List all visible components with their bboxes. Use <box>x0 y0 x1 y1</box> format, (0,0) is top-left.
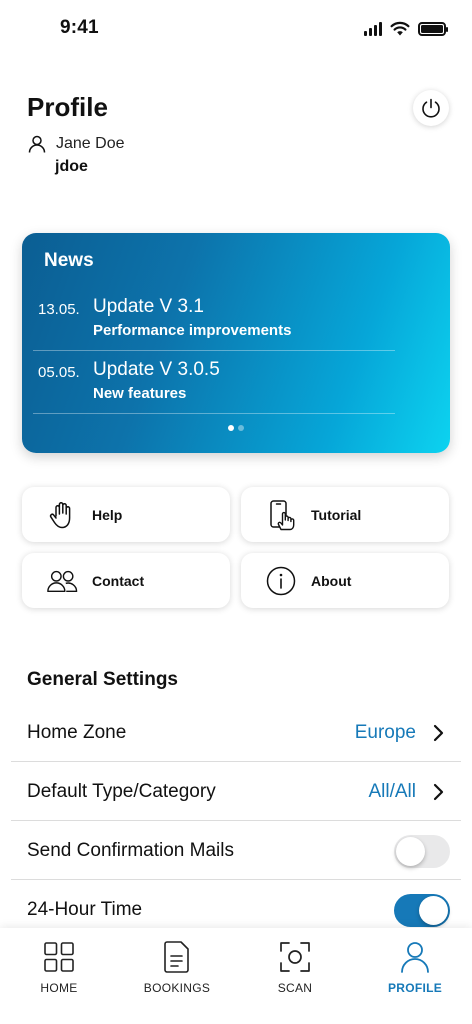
tab-scan-label: SCAN <box>277 981 313 995</box>
tab-home-label: HOME <box>40 981 78 995</box>
hand-icon <box>46 499 78 531</box>
user-handle: jdoe <box>55 158 88 175</box>
people-icon <box>46 565 78 597</box>
tutorial-label: Tutorial <box>311 506 362 523</box>
default-type-value: All/All <box>368 781 416 802</box>
news-item[interactable]: 13.05. Update V 3.1 Performance improvem… <box>33 288 395 351</box>
status-time: 9:41 <box>60 17 99 38</box>
wifi-icon <box>390 21 410 36</box>
contact-button[interactable]: Contact <box>22 553 230 608</box>
tab-bookings-label: BOOKINGS <box>143 981 211 995</box>
home-zone-row[interactable]: Home Zone Europe <box>11 703 461 762</box>
home-zone-label: Home Zone <box>27 722 127 743</box>
cellular-signal-icon <box>364 21 382 36</box>
news-subtitle: Performance improvements <box>93 322 292 339</box>
news-card[interactable]: News 13.05. Update V 3.1 Performance imp… <box>22 233 450 453</box>
status-icons <box>364 21 448 36</box>
about-label: About <box>311 572 352 589</box>
person-icon <box>28 135 46 153</box>
person-icon <box>398 940 432 974</box>
help-button[interactable]: Help <box>22 487 230 542</box>
default-type-row[interactable]: Default Type/Category All/All <box>11 762 461 821</box>
24-hour-time-label: 24-Hour Time <box>27 899 143 920</box>
confirmation-mails-label: Send Confirmation Mails <box>27 840 234 861</box>
news-date: 13.05. <box>38 301 80 318</box>
home-grid-icon <box>42 940 76 974</box>
settings-title: General Settings <box>27 669 178 690</box>
tutorial-button[interactable]: Tutorial <box>241 487 449 542</box>
news-date: 05.05. <box>38 364 80 381</box>
phone-touch-icon <box>265 499 297 531</box>
chevron-right-icon <box>433 783 444 801</box>
user-full-name: Jane Doe <box>56 135 125 152</box>
news-item[interactable]: 05.05. Update V 3.0.5 New features <box>33 351 395 414</box>
tab-home[interactable]: HOME <box>0 940 118 1010</box>
default-type-label: Default Type/Category <box>27 781 216 802</box>
page-title: Profile <box>27 92 108 122</box>
info-icon <box>265 565 297 597</box>
confirmation-mails-toggle[interactable] <box>394 835 450 868</box>
tab-scan[interactable]: SCAN <box>236 940 354 1010</box>
contact-label: Contact <box>92 572 145 589</box>
chevron-right-icon <box>433 724 444 742</box>
status-bar: 9:41 <box>0 0 472 56</box>
user-row: Jane Doe <box>28 135 125 153</box>
tab-bar: HOME BOOKINGS SCAN PROFILE <box>0 928 472 1024</box>
24-hour-time-toggle[interactable] <box>394 894 450 927</box>
page-dot[interactable] <box>238 425 244 431</box>
tab-bookings[interactable]: BOOKINGS <box>118 940 236 1010</box>
scan-icon <box>278 940 312 974</box>
home-zone-value: Europe <box>354 722 416 743</box>
page-dot-active[interactable] <box>228 425 234 431</box>
toggle-knob <box>396 837 425 866</box>
tab-profile-label: PROFILE <box>387 981 443 995</box>
tab-profile[interactable]: PROFILE <box>356 940 472 1010</box>
help-label: Help <box>92 506 123 523</box>
news-headline: Update V 3.0.5 <box>93 359 220 380</box>
battery-icon <box>418 21 448 36</box>
document-icon <box>160 940 194 974</box>
power-icon <box>422 98 440 118</box>
confirmation-mails-row: Send Confirmation Mails <box>11 821 461 880</box>
about-button[interactable]: About <box>241 553 449 608</box>
news-page-indicator[interactable] <box>22 425 450 431</box>
news-title: News <box>44 250 94 271</box>
news-subtitle: New features <box>93 385 187 402</box>
logout-button[interactable] <box>413 90 449 126</box>
news-headline: Update V 3.1 <box>93 296 204 317</box>
toggle-knob <box>419 896 448 925</box>
